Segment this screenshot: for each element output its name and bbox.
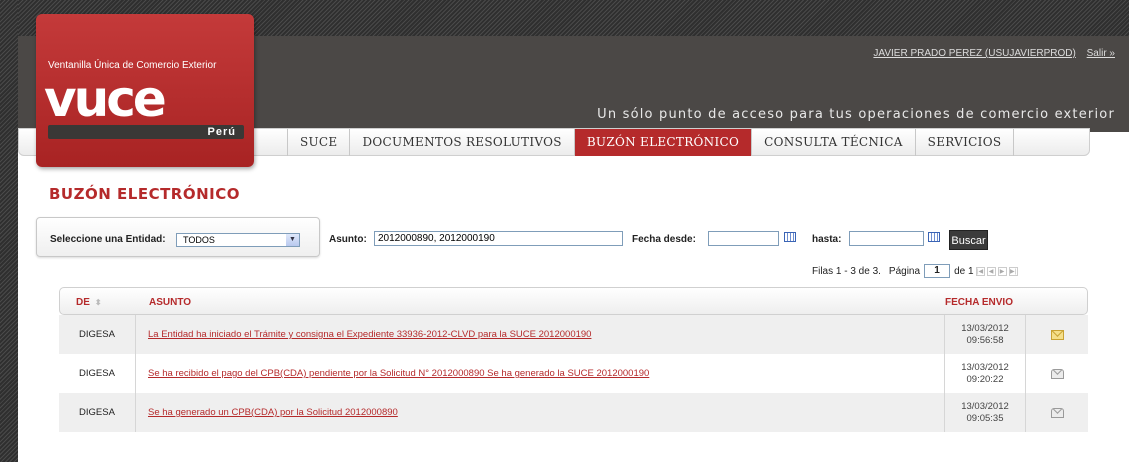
nav-buzon-electronico[interactable]: BUZÓN ELECTRÓNICO [574,129,753,156]
row-asunto-link[interactable]: Se ha recibido el pago del CPB(CDA) pend… [148,368,649,379]
col-de[interactable]: DE ⬍ [76,288,102,316]
row-asunto: Se ha recibido el pago del CPB(CDA) pend… [148,354,928,393]
entity-filter-box: Seleccione una Entidad: TODOS ▼ [36,217,320,257]
logo-bar: Perú [48,125,244,139]
row-fecha-time: 09:05:35 [966,412,1004,424]
entity-select-value: TODOS [183,235,215,245]
next-page-icon[interactable]: ▶ [997,266,1007,276]
prev-page-icon[interactable]: ◀ [986,266,996,276]
tagline: Un sólo punto de acceso para tus operaci… [597,107,1115,122]
row-fecha-time: 09:20:22 [966,373,1004,385]
nav-consulta-tecnica[interactable]: CONSULTA TÉCNICA [752,129,916,156]
nav-servicios[interactable]: SERVICIOS [916,129,1015,156]
nav-documentos-resolutivos[interactable]: DOCUMENTOS RESOLUTIVOS [350,129,575,156]
user-name-link[interactable]: JAVIER PRADO PEREZ (USUJAVIERPROD) [873,48,1075,59]
asunto-input[interactable]: 2012000890, 2012000190 [374,231,623,246]
page-label: Página [888,265,921,277]
row-asunto-link[interactable]: Se ha generado un CPB(CDA) por la Solici… [148,407,398,418]
row-de: DIGESA [59,393,136,432]
row-asunto: La Entidad ha iniciado el Trámite y cons… [148,315,928,354]
row-fecha: 13/03/2012 09:20:22 [944,354,1026,393]
row-asunto-link[interactable]: La Entidad ha iniciado el Trámite y cons… [148,329,591,340]
search-button[interactable]: Buscar [949,230,988,250]
inbox-table: DE ⬍ ASUNTO FECHA ENVIO DIGESA La Entida… [59,287,1088,432]
table-row: DIGESA Se ha generado un CPB(CDA) por la… [59,393,1088,432]
asunto-label: Asunto: [329,234,367,245]
calendar-icon[interactable] [784,232,796,242]
envelope-read-icon[interactable] [1050,368,1064,379]
page: JAVIER PRADO PEREZ (USUJAVIERPROD) Salir… [18,0,1129,462]
row-fecha-date: 13/03/2012 [961,322,1009,334]
page-of: de 1 [954,265,974,277]
nav-suce[interactable]: SUCE [287,129,351,156]
logout-link[interactable]: Salir » [1087,48,1115,59]
logo-country: Perú [207,126,236,138]
pager: Filas 1 - 3 de 3. Página 1 de 1 |◀ ◀ ▶ ▶… [812,264,1018,278]
sort-icon[interactable]: ⬍ [95,298,102,307]
hasta-label: hasta: [812,234,842,245]
hasta-input[interactable] [849,231,924,246]
fecha-desde-input[interactable] [708,231,779,246]
vuce-logo[interactable]: Ventanilla Única de Comercio Exterior vu… [36,14,254,167]
row-de: DIGESA [59,315,136,354]
row-fecha: 13/03/2012 09:56:58 [944,315,1026,354]
chevron-down-icon[interactable]: ▼ [286,234,299,246]
user-links: JAVIER PRADO PEREZ (USUJAVIERPROD) Salir… [865,48,1115,59]
table-header: DE ⬍ ASUNTO FECHA ENVIO [59,287,1088,315]
page-title: BUZÓN ELECTRÓNICO [49,185,241,203]
page-input[interactable]: 1 [924,264,951,278]
rows-count: Filas 1 - 3 de 3. [812,265,881,277]
first-page-icon[interactable]: |◀ [975,266,985,276]
envelope-unread-icon[interactable] [1050,329,1064,340]
entity-select[interactable]: TODOS ▼ [176,233,300,247]
row-fecha: 13/03/2012 09:05:35 [944,393,1026,432]
row-fecha-date: 13/03/2012 [961,361,1009,373]
row-fecha-date: 13/03/2012 [961,400,1009,412]
table-row: DIGESA La Entidad ha iniciado el Trámite… [59,315,1088,354]
entity-label: Seleccione una Entidad: [50,234,166,245]
calendar-icon[interactable] [928,232,940,242]
col-asunto: ASUNTO [149,296,192,308]
envelope-read-icon[interactable] [1050,407,1064,418]
fecha-desde-label: Fecha desde: [632,234,696,245]
row-fecha-time: 09:56:58 [966,334,1004,346]
col-de-label: DE [76,296,90,308]
logo-word: vuce [44,70,167,128]
col-fecha: FECHA ENVIO [945,296,1013,308]
row-de: DIGESA [59,354,136,393]
table-row: DIGESA Se ha recibido el pago del CPB(CD… [59,354,1088,393]
row-asunto: Se ha generado un CPB(CDA) por la Solici… [148,393,928,432]
last-page-icon[interactable]: ▶| [1008,266,1018,276]
